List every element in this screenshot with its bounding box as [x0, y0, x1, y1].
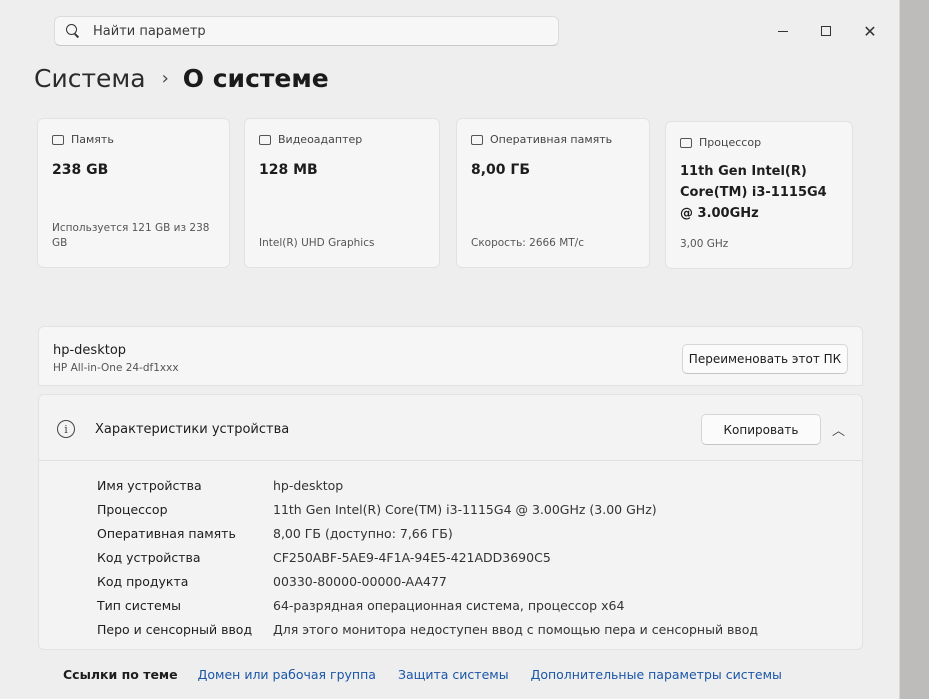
spec-value: CF250ABF-5AE9-4F1A-94E5-421ADD3690C5	[273, 549, 551, 565]
spec-value: 11th Gen Intel(R) Core(TM) i3-1115G4 @ 3…	[273, 501, 657, 517]
close-icon: ✕	[863, 21, 877, 41]
spec-key: Код продукта	[97, 573, 189, 589]
spec-row: Оперативная память 8,00 ГБ (доступно: 7,6…	[97, 521, 758, 545]
breadcrumb: Система › О системе	[34, 64, 329, 93]
device-name-row: hp-desktop HP All-in-One 24-df1xxx Переи…	[38, 326, 863, 386]
chevron-up-icon[interactable]: ︿	[832, 420, 845, 439]
spec-row: Тип системы 64-разрядная операционная сис…	[97, 593, 758, 617]
search-input[interactable]	[93, 23, 513, 39]
search-box[interactable]	[54, 16, 559, 46]
card-display-adapter[interactable]: Видеоадаптер 128 MB Intel(R) UHD Graphic…	[244, 118, 440, 268]
spec-value: 8,00 ГБ (доступно: 7,66 ГБ)	[273, 525, 453, 541]
link-domain-workgroup[interactable]: Домен или рабочая группа	[198, 667, 376, 682]
spec-key: Имя устройства	[97, 477, 202, 493]
maximize-icon	[821, 26, 831, 36]
link-advanced-settings[interactable]: Дополнительные параметры системы	[531, 667, 782, 682]
maximize-button[interactable]	[811, 16, 841, 46]
spec-key: Тип системы	[97, 597, 182, 613]
spec-row: Процессор 11th Gen Intel(R) Core(TM) i3-1…	[97, 497, 758, 521]
spec-key: Оперативная память	[97, 525, 236, 541]
spec-key: Перо и сенсорный ввод	[97, 621, 253, 637]
minimize-icon	[778, 30, 788, 32]
card-storage[interactable]: Память 238 GB Используется 121 GB из 238…	[37, 118, 230, 268]
card-value: 11th Gen Intel(R) Core(TM) i3-1115G4 @ 3…	[680, 164, 827, 221]
spec-row: Имя устройства hp-desktop	[97, 473, 758, 497]
display-adapter-icon	[259, 134, 271, 145]
spec-value: hp-desktop	[273, 477, 344, 493]
ram-icon	[471, 134, 483, 145]
info-icon: i	[57, 420, 75, 438]
card-label: Видеоадаптер	[278, 133, 363, 146]
spec-key: Код устройства	[97, 549, 201, 565]
breadcrumb-parent[interactable]: Система	[34, 64, 146, 93]
settings-window: ✕ Система › О системе Память 238 GB Испо…	[0, 0, 900, 699]
minimize-button[interactable]	[768, 16, 798, 46]
link-system-protection[interactable]: Защита системы	[398, 667, 509, 682]
copy-button[interactable]: Копировать	[701, 414, 821, 445]
card-sub: 3,00 GHz	[680, 238, 729, 250]
card-processor[interactable]: Процессор 11th Gen Intel(R) Core(TM) i3-…	[665, 121, 853, 269]
spec-value: Для этого монитора недоступен ввод с пом…	[273, 621, 759, 637]
card-label: Память	[71, 133, 114, 146]
card-sub: Используется 121 GB из 238 GB	[52, 222, 210, 249]
card-label: Оперативная память	[490, 133, 613, 146]
card-ram[interactable]: Оперативная память 8,00 ГБ Скорость: 266…	[456, 118, 650, 268]
section-title: Характеристики устройства	[95, 422, 290, 437]
card-value: 238 GB	[52, 162, 109, 178]
device-name: hp-desktop	[53, 343, 127, 358]
desktop-background	[900, 0, 929, 699]
search-icon	[65, 23, 81, 39]
spec-table: Имя устройства hp-desktop Процессор 11th G…	[97, 473, 758, 641]
device-specs-section: i Характеристики устройства Копировать ︿…	[38, 394, 863, 650]
spec-row: Код продукта 00330-80000-00000-AA477	[97, 569, 758, 593]
related-links: Ссылки по теме Домен или рабочая группа …	[38, 650, 863, 699]
storage-icon	[52, 134, 64, 145]
card-value: 8,00 ГБ	[471, 162, 531, 178]
spec-row: Перо и сенсорный ввод Для этого монитора …	[97, 617, 758, 641]
card-value: 128 MB	[259, 162, 318, 178]
related-links-label: Ссылки по теме	[63, 667, 178, 682]
spec-key: Процессор	[97, 501, 168, 517]
rename-pc-button[interactable]: Переименовать этот ПК	[682, 344, 848, 374]
spec-value: 64-разрядная операционная система, проце…	[273, 597, 625, 613]
device-model: HP All-in-One 24-df1xxx	[53, 362, 179, 374]
close-button[interactable]: ✕	[855, 16, 885, 46]
card-label: Процессор	[699, 136, 762, 149]
spec-value: 00330-80000-00000-AA477	[273, 573, 447, 589]
card-sub: Intel(R) UHD Graphics	[259, 237, 375, 249]
card-sub: Скорость: 2666 MT/c	[471, 237, 584, 249]
spec-row: Код устройства CF250ABF-5AE9-4F1A-94E5-42…	[97, 545, 758, 569]
page-title: О системе	[182, 64, 329, 93]
chevron-right-icon: ›	[161, 68, 169, 89]
processor-icon	[680, 137, 692, 148]
device-specs-header[interactable]: i Характеристики устройства Копировать ︿	[39, 395, 862, 461]
